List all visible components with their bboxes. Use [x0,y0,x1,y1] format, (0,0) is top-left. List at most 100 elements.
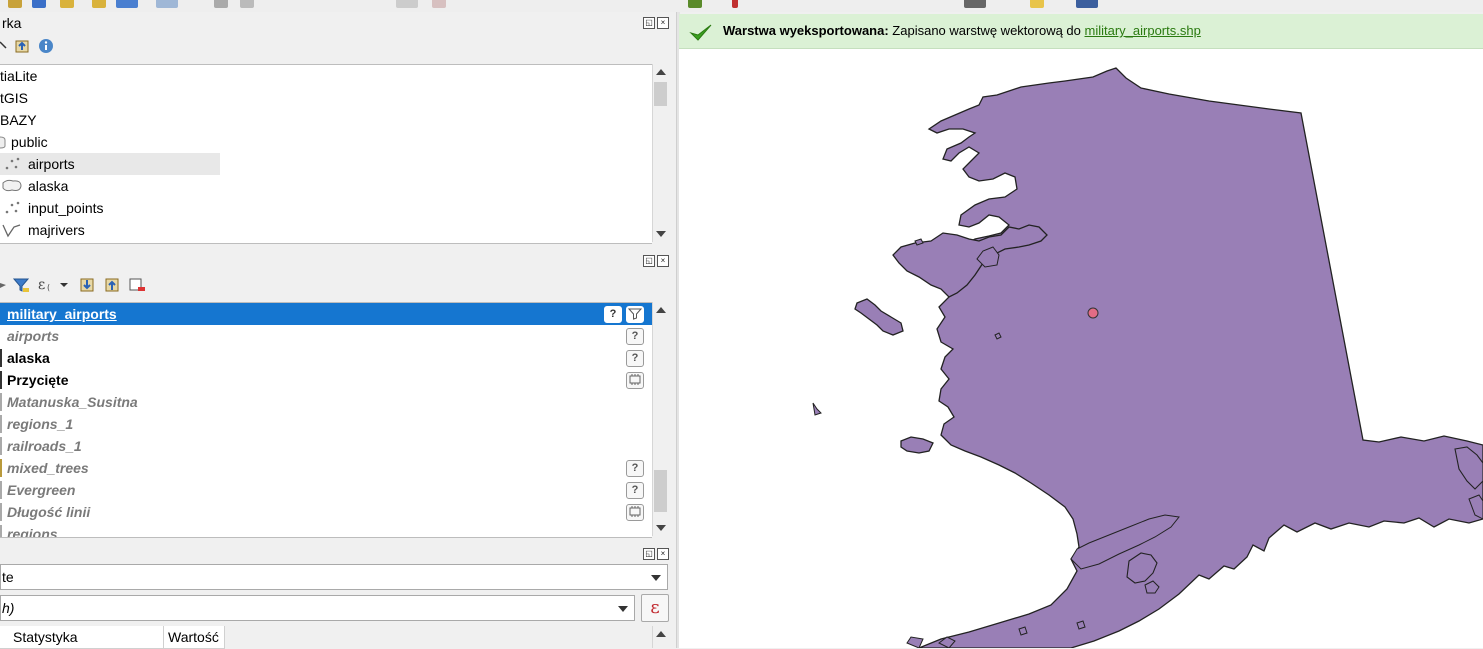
browser-scrollbar[interactable] [652,64,669,242]
toolbar-icon[interactable] [214,0,228,8]
point-layer-icon [3,156,21,172]
layer-airports[interactable]: airports ? [0,325,652,347]
expand-all-icon[interactable] [79,277,95,293]
toolbar-icon[interactable] [964,0,986,8]
tree-item-airports[interactable]: airports [0,153,220,175]
memory-layer-indicator-icon[interactable] [626,372,644,389]
column-header-value[interactable]: Wartość [164,626,225,649]
collapse-icon[interactable] [0,38,14,54]
column-header-statistic[interactable]: Statystyka [0,626,164,649]
help-indicator-icon[interactable]: ? [626,460,644,477]
float-panel-button[interactable]: ◱ [643,17,655,29]
toolbar-icon[interactable] [1030,0,1044,8]
tree-item-label: input_points [28,200,104,216]
legend-bar [0,437,2,455]
layer-label: mixed_trees [7,460,89,476]
legend-bar [0,393,2,411]
help-indicator-icon[interactable]: ? [626,328,644,345]
point-layer-icon [3,200,21,216]
tree-item-alaska[interactable]: alaska [0,175,220,197]
layer-matanuska-susitna[interactable]: Matanuska_Susitna [0,391,652,413]
help-indicator-icon[interactable]: ? [626,350,644,367]
toolbar-icon[interactable] [60,0,74,8]
legend-bar [0,525,2,537]
layer-label: Matanuska_Susitna [7,394,138,410]
legend-bar [0,371,2,389]
help-indicator-icon[interactable]: ? [604,306,622,323]
toolbar-icon[interactable] [92,0,106,8]
layer-regions-1[interactable]: regions_1 [0,413,652,435]
close-panel-button[interactable]: × [657,548,669,560]
line-layer-icon [2,222,22,238]
filter-expression-icon[interactable]: ε( [38,276,70,293]
toolbar-icon[interactable] [156,0,178,8]
filter-legend-icon[interactable] [12,277,30,293]
toolbar-icon[interactable] [240,0,254,8]
float-panel-button[interactable]: ◱ [643,255,655,267]
legend-bar [0,481,2,499]
float-panel-button[interactable]: ◱ [643,548,655,560]
layer-military-airports[interactable]: military_airports ? [0,303,652,325]
stats-scrollbar[interactable] [652,626,669,648]
layer-railroads-1[interactable]: railroads_1 [0,435,652,457]
message-text: Zapisano warstwę wektorową do [888,23,1085,38]
help-indicator-icon[interactable]: ? [626,482,644,499]
layer-label: regions [7,526,58,538]
layer-select[interactable]: te [0,564,668,590]
toolbar-icon[interactable] [116,0,138,8]
close-panel-button[interactable]: × [657,255,669,267]
toolbar-icon[interactable] [8,0,22,8]
tree-item-label: BAZY [0,112,37,128]
message-bar: Warstwa wyeksportowana: Zapisano warstwę… [679,14,1483,49]
layer-mixed-trees[interactable]: mixed_trees ? [0,457,652,479]
tree-item-majrivers[interactable]: majrivers [0,219,220,241]
field-expression-select[interactable]: h) [0,595,635,621]
collapse-all-icon[interactable] [104,277,120,293]
message-link[interactable]: military_airports.shp [1085,23,1201,38]
alaska-polygon[interactable] [812,67,1483,648]
toolbar-icon[interactable] [732,0,738,8]
tree-item-label: tiaLite [0,68,38,84]
column-header-label: Wartość [168,629,219,645]
layer-dlugosc-linii[interactable]: Długość linii [0,501,652,523]
close-panel-button[interactable]: × [657,17,669,29]
filter-indicator-icon[interactable] [626,306,644,323]
info-icon[interactable] [38,38,54,54]
svg-text:(: ( [47,283,50,292]
legend-bar [0,415,2,433]
remove-layer-icon[interactable] [128,277,146,293]
collapse-all-icon[interactable] [14,38,30,54]
tree-item-label: majrivers [28,222,85,238]
layer-regions[interactable]: regions [0,523,652,538]
layer-label: alaska [7,350,50,366]
layer-label: Evergreen [7,482,76,498]
military-airport-point[interactable] [1087,307,1099,319]
legend-bar [0,349,2,367]
tree-item-input-points[interactable]: input_points [0,197,220,219]
toolbar-icon[interactable] [1076,0,1098,8]
layers-tree: military_airports ? airports ? alaska ? … [0,302,652,538]
expression-builder-button[interactable]: ε [641,594,669,622]
map-canvas[interactable] [679,49,1483,648]
tree-item-label: alaska [28,178,69,194]
tree-item-label: airports [28,156,75,172]
memory-layer-indicator-icon[interactable] [626,504,644,521]
toolbar-icon[interactable] [432,0,446,8]
layer-label: Długość linii [7,504,91,520]
legend-bar [0,459,2,477]
toolbar-icon[interactable] [396,0,418,8]
layer-przyciete[interactable]: Przycięte [0,369,652,391]
layer-evergreen[interactable]: Evergreen ? [0,479,652,501]
message-title: Warstwa wyeksportowana: [723,23,889,38]
svg-text:ε: ε [38,277,45,292]
layer-label: regions_1 [7,416,74,432]
tree-item-label: tGIS [0,90,29,106]
layer-toolbar-icon[interactable] [0,277,8,293]
toolbar-icon[interactable] [32,0,46,8]
tree-item-public[interactable]: public [0,131,220,153]
layer-alaska[interactable]: alaska ? [0,347,652,369]
legend-bar [0,503,2,521]
layers-scrollbar[interactable] [652,302,669,536]
layer-label: airports [7,328,60,344]
toolbar-icon[interactable] [688,0,702,8]
